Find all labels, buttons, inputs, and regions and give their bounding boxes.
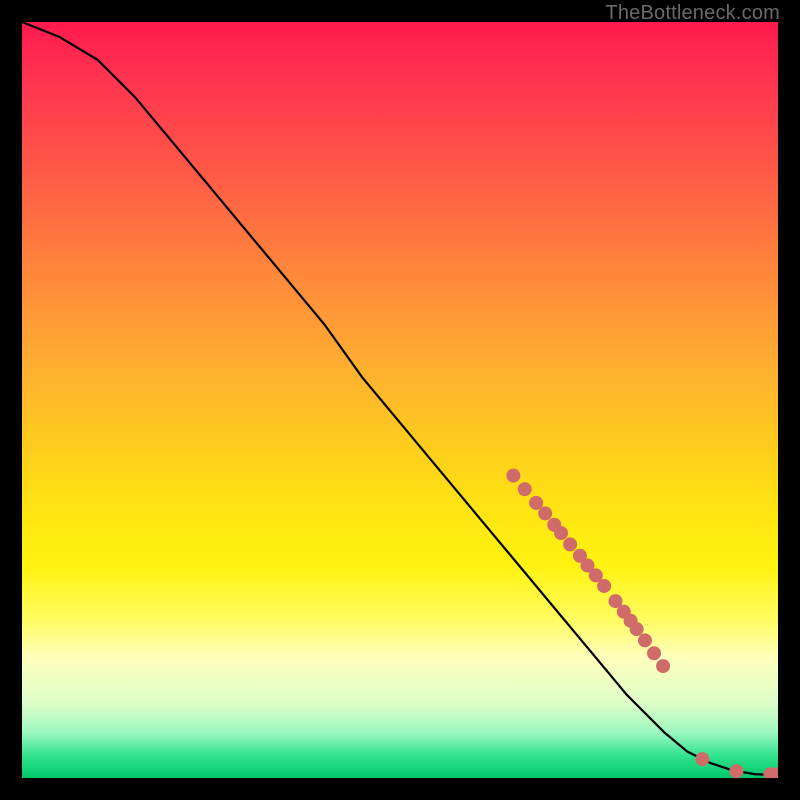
data-markers <box>506 469 778 778</box>
data-point <box>597 579 611 593</box>
data-point <box>647 646 661 660</box>
data-point <box>656 659 670 673</box>
chart-svg <box>22 22 778 778</box>
data-point <box>695 752 709 766</box>
data-point <box>506 469 520 483</box>
data-point <box>529 496 543 510</box>
attribution-label: TheBottleneck.com <box>605 2 780 25</box>
data-point <box>729 764 743 778</box>
data-point <box>554 526 568 540</box>
data-point <box>518 482 532 496</box>
chart-frame: TheBottleneck.com <box>0 0 800 800</box>
data-point <box>563 537 577 551</box>
data-point <box>630 622 644 636</box>
plot-area <box>22 22 778 778</box>
data-point <box>538 506 552 520</box>
data-point <box>638 633 652 647</box>
